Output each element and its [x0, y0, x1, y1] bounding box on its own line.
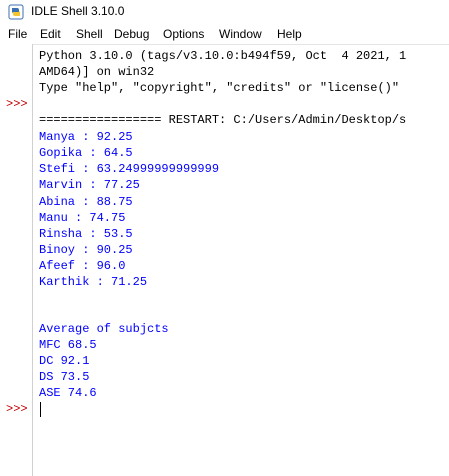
restart-line: ================= RESTART: C:/Users/Admi…	[39, 113, 407, 127]
output-line: Afeef : 96.0	[39, 259, 126, 273]
output-line: Stefi : 63.24999999999999	[39, 162, 220, 176]
output-line: DC 92.1	[39, 354, 90, 368]
menu-edit[interactable]: Edit	[40, 27, 61, 41]
shell-prompt-current: >>>	[6, 402, 28, 416]
output-line: Manu : 74.75	[39, 211, 126, 225]
output-line: Average of subjcts	[39, 322, 169, 336]
output-line: Abina : 88.75	[39, 195, 133, 209]
banner-line: AMD64)] on win32	[39, 65, 155, 79]
menu-bar: File Edit Shell Debug Options Window Hel…	[0, 25, 449, 44]
title-bar: IDLE Shell 3.10.0	[0, 0, 449, 25]
output-line: ASE 74.6	[39, 386, 97, 400]
menu-options[interactable]: Options	[163, 27, 204, 41]
output-line: Karthik : 71.25	[39, 275, 148, 289]
output-line: Marvin : 77.25	[39, 178, 140, 192]
menu-shell[interactable]: Shell	[76, 27, 103, 41]
text-cursor	[40, 402, 41, 417]
output-line: Gopika : 64.5	[39, 146, 133, 160]
output-line: MFC 68.5	[39, 338, 97, 352]
menu-window[interactable]: Window	[219, 27, 262, 41]
shell-text-area[interactable]: Python 3.10.0 (tags/v3.10.0:b494f59, Oct…	[33, 44, 449, 476]
output-line: Manya : 92.25	[39, 130, 133, 144]
shell-prompt: >>>	[6, 97, 28, 111]
output-line: Rinsha : 53.5	[39, 227, 133, 241]
prompt-gutter: >>> >>>	[0, 44, 33, 476]
banner-line: Python 3.10.0 (tags/v3.10.0:b494f59, Oct…	[39, 49, 407, 63]
window-title: IDLE Shell 3.10.0	[31, 4, 125, 18]
output-line: Binoy : 90.25	[39, 243, 133, 257]
menu-help[interactable]: Help	[277, 27, 302, 41]
banner-line: Type "help", "copyright", "credits" or "…	[39, 81, 400, 95]
menu-debug[interactable]: Debug	[114, 27, 149, 41]
menu-file[interactable]: File	[8, 27, 27, 41]
python-idle-icon	[8, 4, 24, 20]
output-line: DS 73.5	[39, 370, 90, 384]
